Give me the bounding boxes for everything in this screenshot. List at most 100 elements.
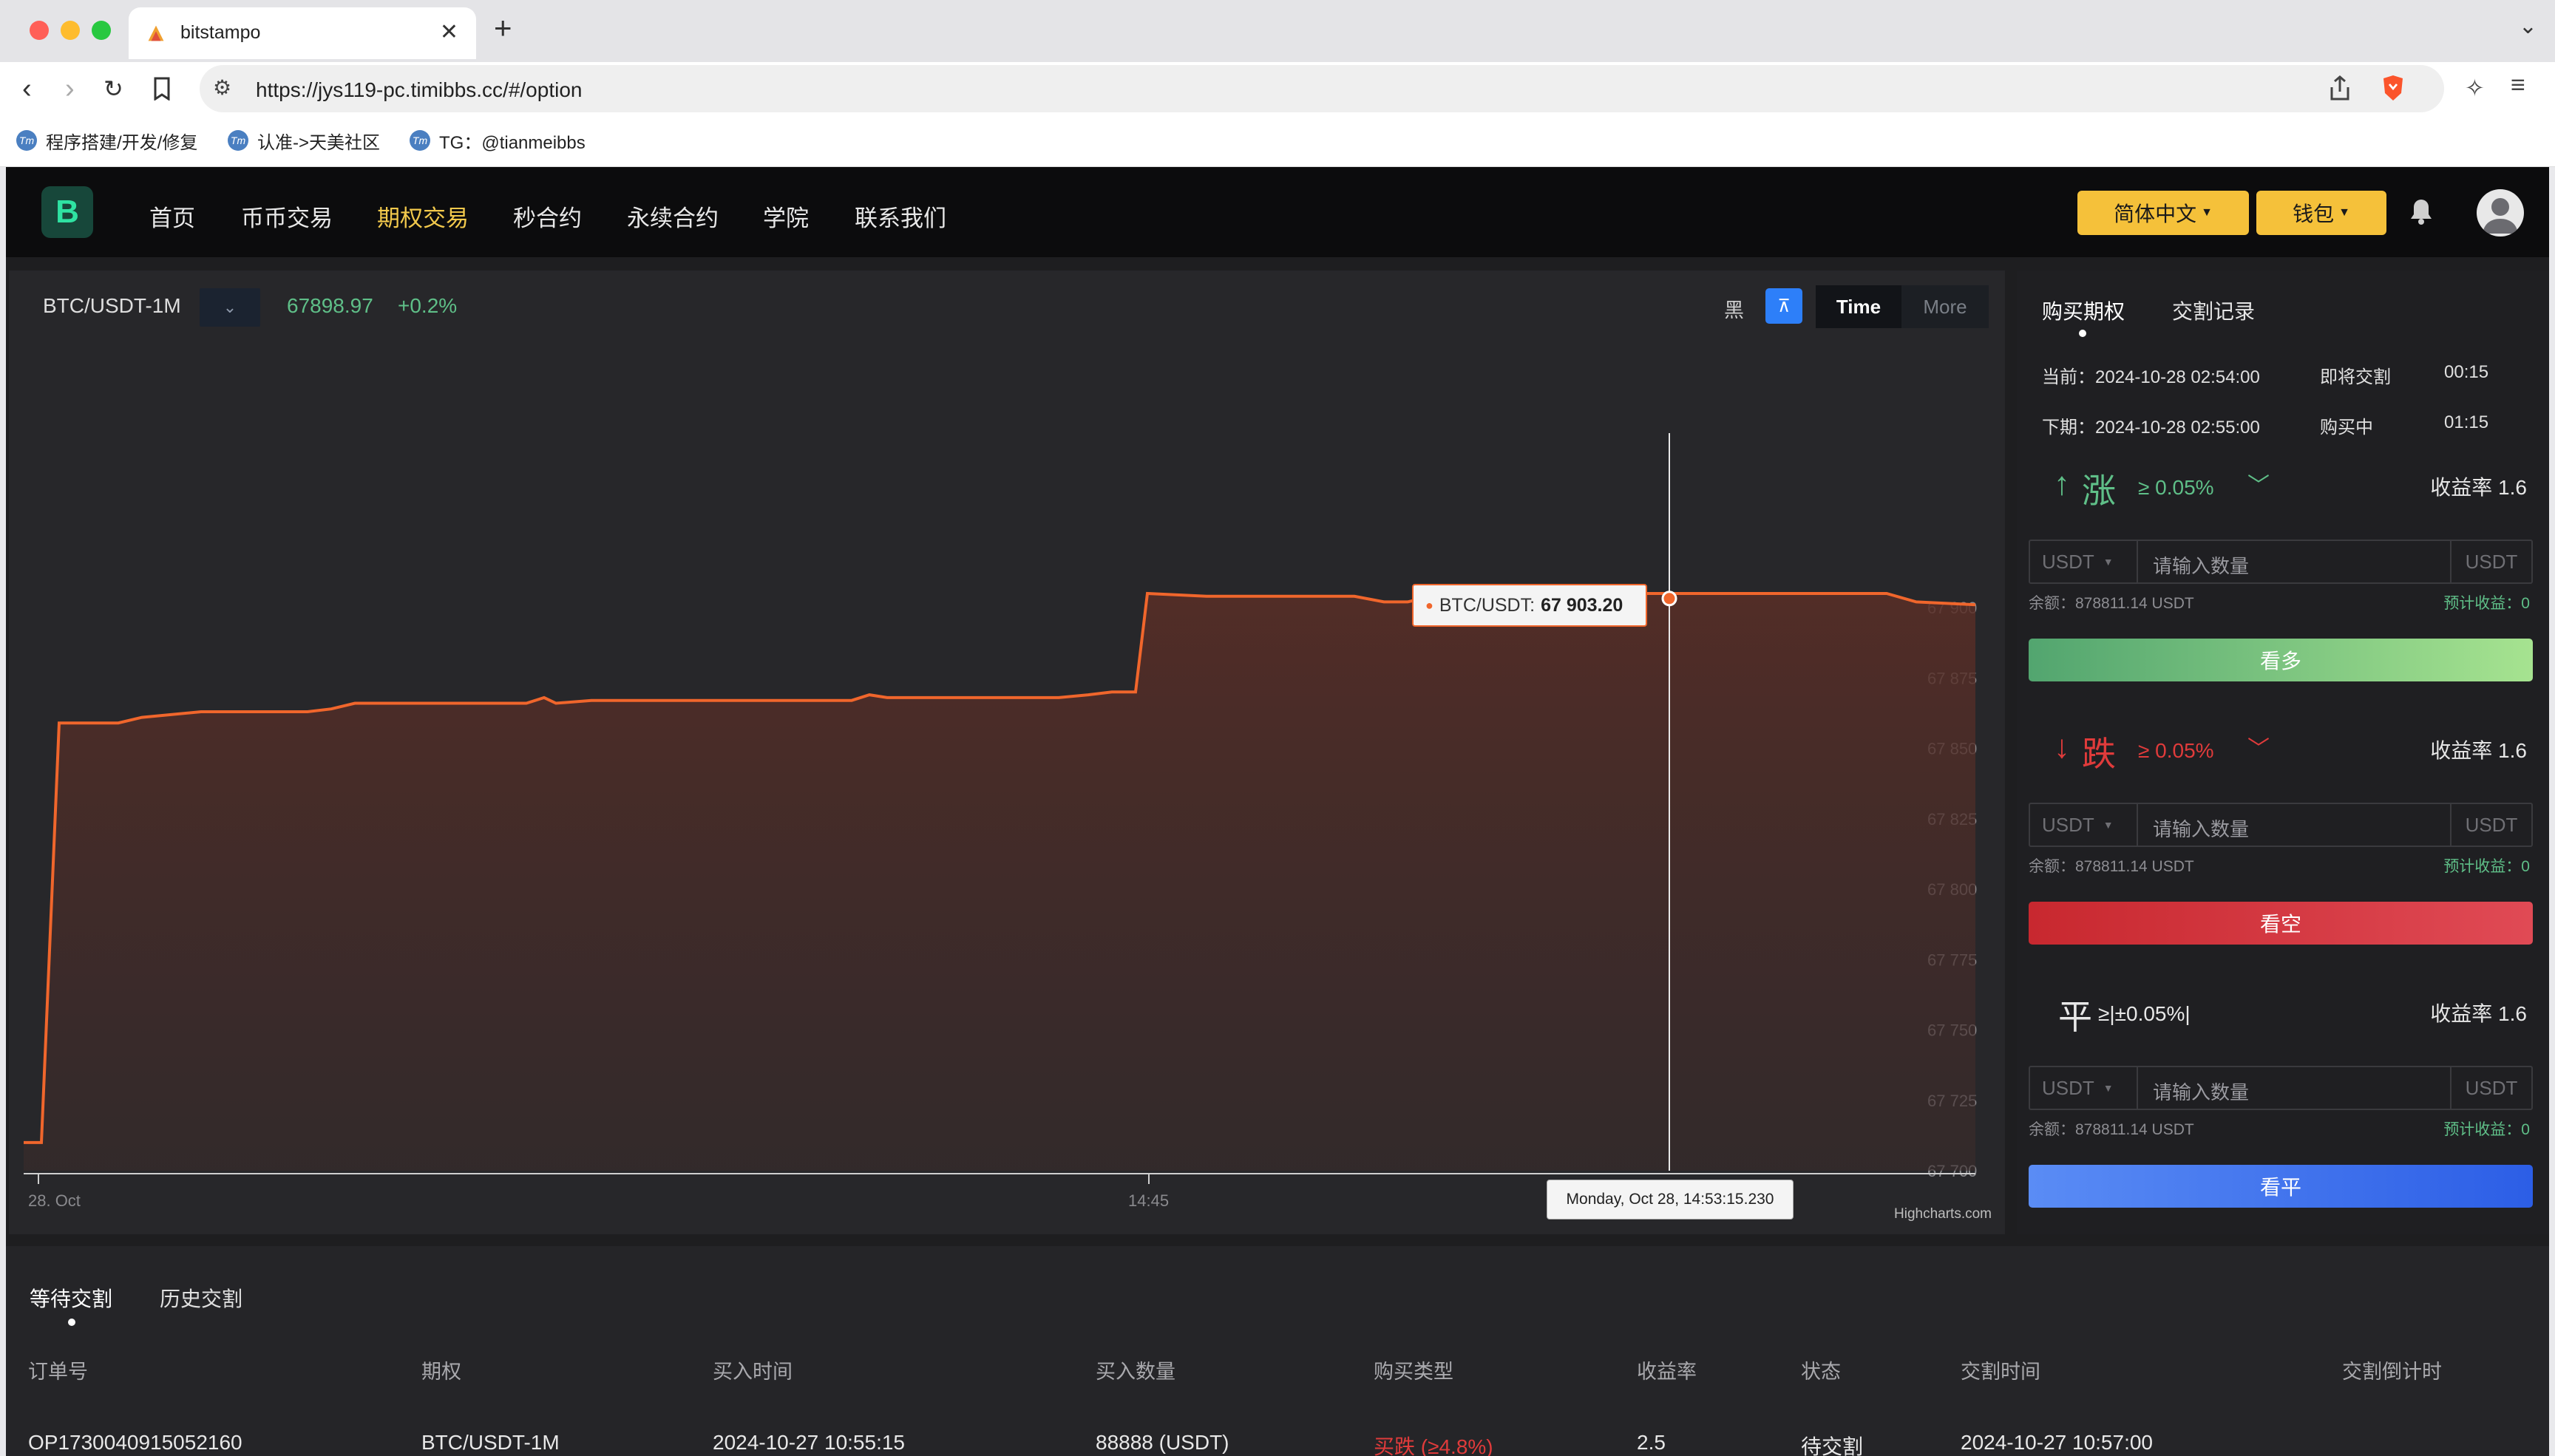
minimize-window-button[interactable] [61,21,80,40]
buy-down-button[interactable]: 看空 [2029,902,2533,945]
buy-up-button[interactable]: 看多 [2029,639,2533,681]
bell-icon[interactable] [2409,198,2434,225]
nav-contact[interactable]: 联系我们 [855,200,946,233]
up-amount-input[interactable]: 请输入数量 [2153,551,2249,579]
caret-down-icon: ▼ [2338,206,2350,219]
app-root: B 首页 币币交易 期权交易 秒合约 永续合约 学院 联系我们 简体中文 ▼ 钱… [6,167,2549,1456]
nav-spot[interactable]: 币币交易 [241,200,333,233]
ai-sparkle-icon[interactable]: ✧ [2465,74,2485,102]
site-favicon-icon [148,25,164,41]
chart-panel: BTC/USDT-1M ⌄ 67898.97 +0.2% 黑 ⊼ Time Mo… [9,271,2005,1234]
up-unit-label: USDT [2450,541,2531,582]
nav-options[interactable]: 期权交易 [377,200,469,233]
new-tab-button[interactable]: + [494,10,512,46]
bookmark-icon[interactable] [152,77,172,101]
caret-down-icon: ▼ [2103,1082,2114,1094]
url-field[interactable]: ⚙ https://jys119-pc.timibbs.cc/#/option [200,65,2444,112]
current-countdown: 00:15 [2444,362,2489,382]
next-period: 下期：2024-10-28 02:55:00 [2042,418,2260,438]
nav-home[interactable]: 首页 [149,200,195,233]
up-currency-select[interactable]: USDT ▼ [2030,541,2138,582]
hover-point-marker [1661,591,1677,607]
highcharts-credit[interactable]: Highcharts.com [1894,1206,1992,1222]
forward-icon[interactable]: › [65,72,75,105]
up-yield: 收益率 1.6 [2430,476,2527,499]
bookmark-favicon-icon: Tm [410,130,430,151]
share-icon[interactable] [2329,75,2351,101]
top-nav: B 首页 币币交易 期权交易 秒合约 永续合约 学院 联系我们 简体中文 ▼ 钱… [6,167,2549,257]
order-type: 买跌 (≥4.8%) [1374,1435,1493,1456]
col-status: 状态 [1801,1361,1841,1383]
buy-flat-button[interactable]: 看平 [2029,1165,2533,1208]
flat-estimate: 预计收益：0 [2443,1121,2530,1138]
flat-unit-label: USDT [2450,1067,2531,1109]
order-id: OP1730040915052160 [28,1431,242,1454]
col-amount: 买入数量 [1096,1361,1175,1383]
col-buy-time: 买入时间 [713,1361,793,1383]
browser-tab-bar: bitstampo ✕ + ⌄ [0,0,2555,62]
chevron-down-icon[interactable]: ﹀ [2247,467,2270,500]
nav-academy[interactable]: 学院 [763,200,809,233]
wallet-button[interactable]: 钱包 ▼ [2256,191,2386,235]
flat-amount-input[interactable]: 请输入数量 [2153,1078,2249,1105]
tab-buy-option[interactable]: 购买期权 [2042,296,2125,325]
up-arrow-icon: ↑ [2054,466,2070,502]
tab-pending-orders[interactable]: 等待交割 [30,1283,112,1313]
menu-icon[interactable]: ≡ [2511,71,2525,100]
price-area-fill [24,591,1975,1171]
close-window-button[interactable] [30,21,49,40]
close-tab-icon[interactable]: ✕ [440,19,458,45]
flat-currency-select[interactable]: USDT ▼ [2030,1067,2138,1109]
crosshair-time-label: Monday, Oct 28, 14:53:15.230 [1547,1180,1794,1219]
down-amount-input[interactable]: 请输入数量 [2153,814,2249,842]
orders-panel: 等待交割 历史交割 订单号 期权 买入时间 买入数量 购买类型 收益率 状态 交… [6,1246,2549,1456]
brand-logo[interactable]: B [41,186,93,238]
reload-icon[interactable]: ↻ [104,72,123,105]
tab-order-history[interactable]: 历史交割 [160,1283,242,1313]
bookmark-favicon-icon: Tm [228,130,248,151]
bookmark-item[interactable]: Tm 认准->天美社区 [228,127,380,154]
up-estimate: 预计收益：0 [2443,595,2530,612]
order-panel: 购买期权 交割记录 当前：2024-10-28 02:54:00 即将交割 00… [2017,271,2549,1234]
price-chart[interactable]: 67 70067 72567 75067 77567 80067 82567 8… [9,271,2005,1234]
col-countdown: 交割倒计时 [2342,1361,2442,1383]
active-tab-indicator [68,1319,75,1326]
col-type: 购买类型 [1374,1361,1453,1383]
x-tick-label: 28. Oct [28,1191,81,1210]
bookmark-item[interactable]: Tm TG：@tianmeibbs [410,127,586,154]
up-label: 涨 [2082,472,2116,510]
nav-seconds-contract[interactable]: 秒合约 [513,200,582,233]
nav-perpetual[interactable]: 永续合约 [627,200,719,233]
chevron-down-icon[interactable]: ﹀ [2247,730,2270,763]
col-order-id: 订单号 [28,1361,88,1383]
order-status: 待交割 [1801,1435,1864,1456]
browser-tab[interactable]: bitstampo ✕ [129,7,476,59]
address-bar: ‹ › ↻ ⚙ https://jys119-pc.timibbs.cc/#/o… [0,62,2555,115]
down-yield: 收益率 1.6 [2430,739,2527,762]
avatar[interactable] [2477,189,2524,237]
brave-shield-icon[interactable] [2381,74,2406,102]
down-unit-label: USDT [2450,804,2531,846]
maximize-window-button[interactable] [92,21,111,40]
url-text: https://jys119-pc.timibbs.cc/#/option [256,78,583,101]
caret-down-icon: ▼ [2103,556,2114,568]
tab-list-chevron-icon[interactable]: ⌄ [2519,13,2537,39]
bookmark-item[interactable]: Tm 程序搭建/开发/修复 [16,127,197,154]
back-icon[interactable]: ‹ [22,72,32,105]
active-tab-indicator [2079,330,2086,337]
down-amount-row: USDT ▼ 请输入数量 USDT [2029,803,2533,847]
user-avatar-icon [2483,198,2518,234]
caret-down-icon: ▼ [2103,819,2114,831]
col-settle-time: 交割时间 [1961,1361,2040,1383]
language-button[interactable]: 简体中文 ▼ [2077,191,2249,235]
down-estimate: 预计收益：0 [2443,858,2530,875]
down-balance: 余额：878811.14 USDT [2029,858,2194,875]
up-threshold: ≥ 0.05% [2138,476,2214,499]
order-yield: 2.5 [1637,1431,1666,1454]
down-currency-select[interactable]: USDT ▼ [2030,804,2138,846]
up-amount-row: USDT ▼ 请输入数量 USDT [2029,540,2533,584]
tab-settlement-records[interactable]: 交割记录 [2172,296,2255,325]
site-settings-icon[interactable]: ⚙ [213,75,231,100]
down-arrow-icon: ↓ [2054,729,2070,765]
next-countdown: 01:15 [2444,412,2489,432]
